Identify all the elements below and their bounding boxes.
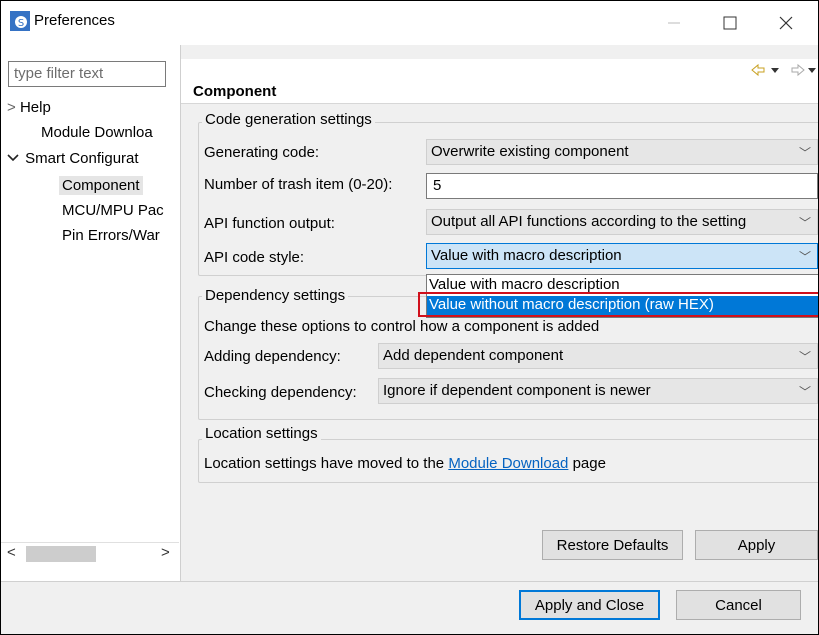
scroll-right-icon[interactable]: >	[161, 544, 170, 561]
minimize-button[interactable]	[651, 1, 697, 45]
generating-code-combo[interactable]: Overwrite existing component ﹀	[426, 139, 818, 165]
tree-item-help[interactable]: > Help	[7, 99, 51, 116]
tree-item-module-download[interactable]: Module Downloa	[41, 124, 153, 141]
title-bar: S Preferences	[1, 1, 818, 45]
tree-item-component[interactable]: Component	[59, 176, 143, 195]
chevron-down-icon: ﹀	[798, 350, 811, 364]
api-output-label: API function output:	[204, 215, 335, 232]
dropdown-option-raw-hex[interactable]: Value without macro description (raw HEX…	[427, 296, 818, 315]
tree-item-smart-configurator[interactable]: Smart Configurat	[7, 150, 139, 167]
checking-dependency-combo[interactable]: Ignore if dependent component is newer ﹀	[378, 378, 818, 404]
restore-defaults-button[interactable]: Restore Defaults	[542, 530, 683, 560]
cancel-button[interactable]: Cancel	[676, 590, 801, 620]
scroll-left-icon[interactable]: <	[7, 544, 16, 561]
location-text: Location settings have moved to the Modu…	[204, 455, 606, 472]
tree-item-label: Help	[19, 99, 51, 116]
api-style-dropdown-list: Value with macro description Value witho…	[426, 274, 818, 318]
page-title: Component	[193, 83, 277, 100]
dropdown-option-with-macro[interactable]: Value with macro description	[427, 276, 818, 295]
maximize-button[interactable]	[707, 1, 753, 45]
api-style-combo[interactable]: Value with macro description ﹀	[426, 243, 818, 269]
combo-value: Ignore if dependent component is newer	[383, 382, 651, 399]
chevron-down-icon: ﹀	[798, 146, 811, 160]
window-title: Preferences	[34, 12, 115, 29]
preferences-tree-panel: type filter text > Help Module Downloa S…	[1, 45, 181, 582]
chevron-down-icon[interactable]	[7, 150, 21, 167]
location-title: Location settings	[202, 425, 321, 442]
module-download-link[interactable]: Module Download	[448, 455, 568, 472]
chevron-down-icon: ﹀	[798, 216, 811, 230]
checking-dependency-label: Checking dependency:	[204, 384, 357, 401]
horizontal-scrollbar[interactable]: < >	[1, 542, 179, 565]
tree-item-mcu-mpu[interactable]: MCU/MPU Pac	[62, 202, 164, 219]
api-output-combo[interactable]: Output all API functions according to th…	[426, 209, 818, 235]
dialog-button-bar: Apply and Close Cancel	[1, 581, 818, 634]
adding-dependency-combo[interactable]: Add dependent component ﹀	[378, 343, 818, 369]
tree-item-label: Smart Configurat	[25, 150, 139, 167]
combo-value: Overwrite existing component	[431, 143, 629, 160]
combo-value: Output all API functions according to th…	[431, 213, 747, 230]
tree-item-label: Component	[62, 177, 140, 194]
chevron-right-icon[interactable]: >	[7, 99, 16, 116]
code-generation-title: Code generation settings	[202, 111, 375, 128]
api-style-label: API code style:	[204, 249, 305, 266]
trash-item-input[interactable]: 5	[426, 173, 818, 199]
preferences-window: S Preferences type filter text > Help Mo…	[0, 0, 819, 635]
tree-item-label: MCU/MPU Pac	[62, 202, 164, 219]
page-header: Component	[181, 59, 818, 104]
tree-item-label: Pin Errors/War	[62, 227, 160, 244]
dependency-title: Dependency settings	[202, 287, 349, 304]
chevron-down-icon: ﹀	[798, 385, 811, 399]
combo-value: Value with macro description	[431, 247, 622, 264]
dependency-description: Change these options to control how a co…	[204, 318, 600, 335]
scrollbar-thumb[interactable]	[26, 546, 96, 562]
forward-nav-icon[interactable]	[791, 63, 818, 80]
close-button[interactable]	[763, 1, 809, 45]
generating-code-label: Generating code:	[204, 144, 320, 161]
adding-dependency-label: Adding dependency:	[204, 348, 341, 365]
back-nav-icon[interactable]	[751, 63, 787, 80]
location-text-after: page	[568, 455, 606, 472]
filter-input[interactable]: type filter text	[8, 61, 166, 87]
location-text-before: Location settings have moved to the	[204, 455, 449, 472]
trash-item-label: Number of trash item (0-20):	[204, 176, 393, 193]
apply-and-close-button[interactable]: Apply and Close	[519, 590, 660, 620]
tree-item-label: Module Downloa	[41, 124, 153, 141]
svg-text:S: S	[18, 18, 24, 29]
apply-button[interactable]: Apply	[695, 530, 818, 560]
app-icon: S	[10, 11, 30, 31]
chevron-down-icon: ﹀	[798, 250, 811, 264]
combo-value: Add dependent component	[383, 347, 564, 364]
tree-item-pin-errors[interactable]: Pin Errors/War	[62, 227, 160, 244]
